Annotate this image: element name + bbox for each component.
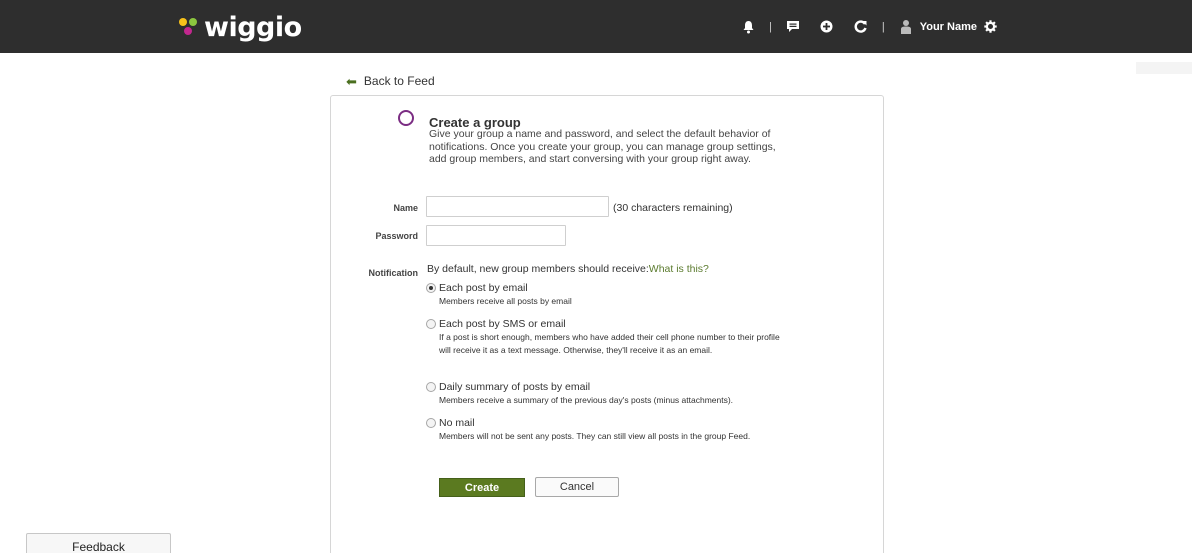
top-navigation: | | Your Name <box>740 0 999 53</box>
password-input[interactable] <box>426 225 566 246</box>
option-description: Members receive a summary of the previou… <box>439 395 734 405</box>
message-icon[interactable] <box>785 19 801 35</box>
radio-no-mail[interactable] <box>426 418 436 428</box>
plus-circle-icon[interactable] <box>819 19 835 35</box>
notification-prompt: By default, new group members should rec… <box>427 263 649 275</box>
gear-icon[interactable] <box>983 19 999 35</box>
cancel-button[interactable]: Cancel <box>535 477 619 497</box>
feedback-tab[interactable]: Feedback <box>26 533 171 553</box>
option-description: If a post is short enough, members who h… <box>439 332 780 355</box>
nav-separator: | <box>881 20 885 33</box>
right-strip <box>1136 62 1192 74</box>
nav-separator: | <box>769 20 772 33</box>
create-button[interactable]: Create <box>439 478 525 497</box>
radio-daily-summary[interactable] <box>426 382 436 392</box>
option-label: Each post by email <box>439 282 528 294</box>
top-bar: wiggio | | Your Name <box>0 0 1192 53</box>
back-to-feed-link[interactable]: ⬅ Back to Feed <box>346 74 435 88</box>
refresh-icon[interactable] <box>853 19 869 35</box>
name-characters-remaining: (30 characters remaining) <box>613 202 733 214</box>
notification-label: Notification <box>368 268 419 278</box>
option-description: Members will not be sent any posts. They… <box>439 431 751 441</box>
option-label: Daily summary of posts by email <box>439 381 591 393</box>
option-label: Each post by SMS or email <box>439 318 566 330</box>
name-input[interactable] <box>426 196 609 217</box>
option-description: Members receive all posts by email <box>439 296 572 306</box>
bell-icon[interactable] <box>740 19 756 35</box>
notification-text: By default, new group members should rec… <box>427 263 709 275</box>
what-is-this-link[interactable]: What is this? <box>649 263 709 275</box>
option-label: No mail <box>439 417 475 429</box>
radio-each-email[interactable] <box>426 283 436 293</box>
logo-text: wiggio <box>204 11 302 43</box>
radio-sms-or-email[interactable] <box>426 319 436 329</box>
wiggio-logo[interactable]: wiggio <box>178 10 302 44</box>
back-to-feed-label: Back to Feed <box>363 74 435 88</box>
name-label: Name <box>393 203 418 213</box>
password-label: Password <box>375 231 418 241</box>
user-icon[interactable] <box>898 19 914 35</box>
group-circle-icon <box>398 110 414 126</box>
back-arrow-icon: ⬅ <box>346 73 357 89</box>
form-description: Give your group a name and password, and… <box>429 128 776 165</box>
user-name[interactable]: Your Name <box>920 21 977 33</box>
logo-dots-icon <box>178 15 200 39</box>
